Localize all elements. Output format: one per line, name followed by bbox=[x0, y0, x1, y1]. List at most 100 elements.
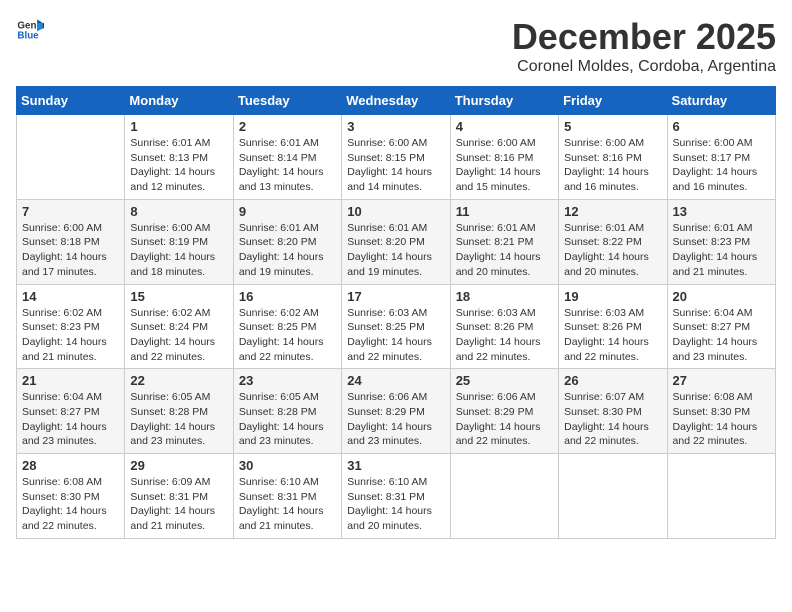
calendar-week-row: 1Sunrise: 6:01 AM Sunset: 8:13 PM Daylig… bbox=[17, 115, 776, 200]
calendar-week-row: 28 Sunrise: 6:08 AM Sunset: 8:30 PM Dayli… bbox=[17, 454, 776, 539]
day-number: 17 bbox=[347, 289, 444, 304]
weekday-header-wednesday: Wednesday bbox=[342, 87, 450, 115]
day-number: 10 bbox=[347, 204, 444, 219]
calendar-cell: 17 Sunrise: 6:03 AM Sunset: 8:25 PM Dayli… bbox=[342, 284, 450, 369]
day-number: 20 bbox=[673, 289, 770, 304]
day-info: Sunrise: 6:01 AM Sunset: 8:14 PM Dayligh… bbox=[239, 136, 336, 195]
day-number: 18 bbox=[456, 289, 553, 304]
calendar-cell bbox=[17, 115, 125, 200]
calendar-cell: 26Sunrise: 6:07 AM Sunset: 8:30 PM Dayli… bbox=[559, 369, 667, 454]
day-number: 12 bbox=[564, 204, 661, 219]
day-number: 13 bbox=[673, 204, 770, 219]
day-info: Sunrise: 6:06 AM Sunset: 8:29 PM Dayligh… bbox=[456, 390, 553, 449]
logo-icon: General Blue bbox=[16, 16, 44, 44]
calendar-cell: 3 Sunrise: 6:00 AM Sunset: 8:15 PM Daylig… bbox=[342, 115, 450, 200]
day-info: Sunrise: 6:09 AM Sunset: 8:31 PM Dayligh… bbox=[130, 475, 227, 534]
day-info: Sunrise: 6:05 AM Sunset: 8:28 PM Dayligh… bbox=[130, 390, 227, 449]
day-number: 6 bbox=[673, 119, 770, 134]
day-number: 23 bbox=[239, 373, 336, 388]
day-number: 25 bbox=[456, 373, 553, 388]
calendar-cell bbox=[667, 454, 775, 539]
calendar-cell: 24Sunrise: 6:06 AM Sunset: 8:29 PM Dayli… bbox=[342, 369, 450, 454]
calendar-cell: 4 Sunrise: 6:00 AM Sunset: 8:16 PM Daylig… bbox=[450, 115, 558, 200]
day-number: 9 bbox=[239, 204, 336, 219]
day-info: Sunrise: 6:01 AM Sunset: 8:21 PM Dayligh… bbox=[456, 221, 553, 280]
weekday-header-sunday: Sunday bbox=[17, 87, 125, 115]
day-number: 1 bbox=[130, 119, 227, 134]
day-number: 4 bbox=[456, 119, 553, 134]
day-info: Sunrise: 6:08 AM Sunset: 8:30 PM Dayligh… bbox=[673, 390, 770, 449]
weekday-header-friday: Friday bbox=[559, 87, 667, 115]
day-info: Sunrise: 6:04 AM Sunset: 8:27 PM Dayligh… bbox=[673, 306, 770, 365]
day-number: 27 bbox=[673, 373, 770, 388]
calendar-cell: 29Sunrise: 6:09 AM Sunset: 8:31 PM Dayli… bbox=[125, 454, 233, 539]
day-info: Sunrise: 6:00 AM Sunset: 8:18 PM Dayligh… bbox=[22, 221, 119, 280]
calendar-cell: 12 Sunrise: 6:01 AM Sunset: 8:22 PM Dayli… bbox=[559, 199, 667, 284]
calendar-cell: 16 Sunrise: 6:02 AM Sunset: 8:25 PM Dayli… bbox=[233, 284, 341, 369]
day-info: Sunrise: 6:00 AM Sunset: 8:17 PM Dayligh… bbox=[673, 136, 770, 195]
day-info: Sunrise: 6:01 AM Sunset: 8:22 PM Dayligh… bbox=[564, 221, 661, 280]
day-number: 5 bbox=[564, 119, 661, 134]
day-number: 15 bbox=[130, 289, 227, 304]
day-info: Sunrise: 6:00 AM Sunset: 8:16 PM Dayligh… bbox=[456, 136, 553, 195]
calendar-cell: 9Sunrise: 6:01 AM Sunset: 8:20 PM Daylig… bbox=[233, 199, 341, 284]
day-info: Sunrise: 6:04 AM Sunset: 8:27 PM Dayligh… bbox=[22, 390, 119, 449]
svg-text:Blue: Blue bbox=[17, 30, 39, 41]
day-number: 19 bbox=[564, 289, 661, 304]
calendar-cell: 28 Sunrise: 6:08 AM Sunset: 8:30 PM Dayli… bbox=[17, 454, 125, 539]
day-number: 31 bbox=[347, 458, 444, 473]
day-info: Sunrise: 6:03 AM Sunset: 8:26 PM Dayligh… bbox=[456, 306, 553, 365]
weekday-header-thursday: Thursday bbox=[450, 87, 558, 115]
calendar-cell bbox=[450, 454, 558, 539]
calendar-cell: 8Sunrise: 6:00 AM Sunset: 8:19 PM Daylig… bbox=[125, 199, 233, 284]
calendar-cell: 15 Sunrise: 6:02 AM Sunset: 8:24 PM Dayli… bbox=[125, 284, 233, 369]
calendar-cell: 5Sunrise: 6:00 AM Sunset: 8:16 PM Daylig… bbox=[559, 115, 667, 200]
day-number: 11 bbox=[456, 204, 553, 219]
calendar-cell: 11 Sunrise: 6:01 AM Sunset: 8:21 PM Dayli… bbox=[450, 199, 558, 284]
day-number: 28 bbox=[22, 458, 119, 473]
day-info: Sunrise: 6:10 AM Sunset: 8:31 PM Dayligh… bbox=[347, 475, 444, 534]
weekday-header-monday: Monday bbox=[125, 87, 233, 115]
calendar-cell: 27 Sunrise: 6:08 AM Sunset: 8:30 PM Dayli… bbox=[667, 369, 775, 454]
day-info: Sunrise: 6:05 AM Sunset: 8:28 PM Dayligh… bbox=[239, 390, 336, 449]
day-info: Sunrise: 6:00 AM Sunset: 8:15 PM Dayligh… bbox=[347, 136, 444, 195]
calendar-cell: 25 Sunrise: 6:06 AM Sunset: 8:29 PM Dayli… bbox=[450, 369, 558, 454]
calendar-cell: 23 Sunrise: 6:05 AM Sunset: 8:28 PM Dayli… bbox=[233, 369, 341, 454]
calendar-table: SundayMondayTuesdayWednesdayThursdayFrid… bbox=[16, 86, 776, 539]
calendar-cell: 6 Sunrise: 6:00 AM Sunset: 8:17 PM Daylig… bbox=[667, 115, 775, 200]
page-header: General Blue December 2025 Coronel Molde… bbox=[16, 16, 776, 76]
calendar-cell: 22Sunrise: 6:05 AM Sunset: 8:28 PM Dayli… bbox=[125, 369, 233, 454]
calendar-cell: 19Sunrise: 6:03 AM Sunset: 8:26 PM Dayli… bbox=[559, 284, 667, 369]
day-info: Sunrise: 6:01 AM Sunset: 8:20 PM Dayligh… bbox=[347, 221, 444, 280]
day-number: 21 bbox=[22, 373, 119, 388]
calendar-cell: 7 Sunrise: 6:00 AM Sunset: 8:18 PM Daylig… bbox=[17, 199, 125, 284]
day-number: 16 bbox=[239, 289, 336, 304]
day-info: Sunrise: 6:02 AM Sunset: 8:25 PM Dayligh… bbox=[239, 306, 336, 365]
day-info: Sunrise: 6:01 AM Sunset: 8:23 PM Dayligh… bbox=[673, 221, 770, 280]
month-title: December 2025 bbox=[512, 16, 776, 58]
day-info: Sunrise: 6:00 AM Sunset: 8:19 PM Dayligh… bbox=[130, 221, 227, 280]
calendar-cell: 31 Sunrise: 6:10 AM Sunset: 8:31 PM Dayli… bbox=[342, 454, 450, 539]
calendar-cell bbox=[559, 454, 667, 539]
day-number: 3 bbox=[347, 119, 444, 134]
title-block: December 2025 Coronel Moldes, Cordoba, A… bbox=[512, 16, 776, 76]
calendar-cell: 18 Sunrise: 6:03 AM Sunset: 8:26 PM Dayli… bbox=[450, 284, 558, 369]
day-info: Sunrise: 6:06 AM Sunset: 8:29 PM Dayligh… bbox=[347, 390, 444, 449]
day-info: Sunrise: 6:02 AM Sunset: 8:24 PM Dayligh… bbox=[130, 306, 227, 365]
calendar-cell: 1Sunrise: 6:01 AM Sunset: 8:13 PM Daylig… bbox=[125, 115, 233, 200]
day-number: 14 bbox=[22, 289, 119, 304]
weekday-header-row: SundayMondayTuesdayWednesdayThursdayFrid… bbox=[17, 87, 776, 115]
logo: General Blue bbox=[16, 16, 44, 44]
calendar-cell: 21 Sunrise: 6:04 AM Sunset: 8:27 PM Dayli… bbox=[17, 369, 125, 454]
day-number: 30 bbox=[239, 458, 336, 473]
calendar-cell: 14Sunrise: 6:02 AM Sunset: 8:23 PM Dayli… bbox=[17, 284, 125, 369]
day-info: Sunrise: 6:07 AM Sunset: 8:30 PM Dayligh… bbox=[564, 390, 661, 449]
weekday-header-tuesday: Tuesday bbox=[233, 87, 341, 115]
calendar-cell: 2Sunrise: 6:01 AM Sunset: 8:14 PM Daylig… bbox=[233, 115, 341, 200]
weekday-header-saturday: Saturday bbox=[667, 87, 775, 115]
day-info: Sunrise: 6:08 AM Sunset: 8:30 PM Dayligh… bbox=[22, 475, 119, 534]
calendar-week-row: 14Sunrise: 6:02 AM Sunset: 8:23 PM Dayli… bbox=[17, 284, 776, 369]
day-number: 7 bbox=[22, 204, 119, 219]
day-info: Sunrise: 6:03 AM Sunset: 8:25 PM Dayligh… bbox=[347, 306, 444, 365]
calendar-week-row: 7 Sunrise: 6:00 AM Sunset: 8:18 PM Daylig… bbox=[17, 199, 776, 284]
